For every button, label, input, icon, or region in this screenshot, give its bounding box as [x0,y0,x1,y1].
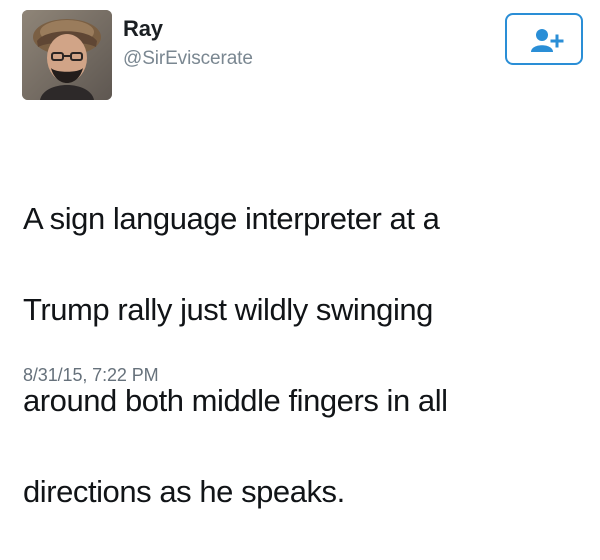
tweet-timestamp[interactable]: 8/31/15, 7:22 PM [23,364,159,386]
tweet-text-line: directions as he speaks. [23,473,345,509]
tweet-text-line: Trump rally just wildly swinging [23,291,433,327]
follow-button[interactable] [505,13,583,65]
display-name[interactable]: Ray [123,16,163,42]
user-handle[interactable]: @SirEviscerate [123,47,253,71]
tweet-text: A sign language interpreter at a Trump r… [23,150,578,560]
user-avatar-icon[interactable] [22,10,112,100]
tweet-card: Ray @SirEviscerate A sign language inter… [0,0,600,509]
tweet-text-line: A sign language interpreter at a [23,200,440,236]
add-user-icon [531,29,564,52]
